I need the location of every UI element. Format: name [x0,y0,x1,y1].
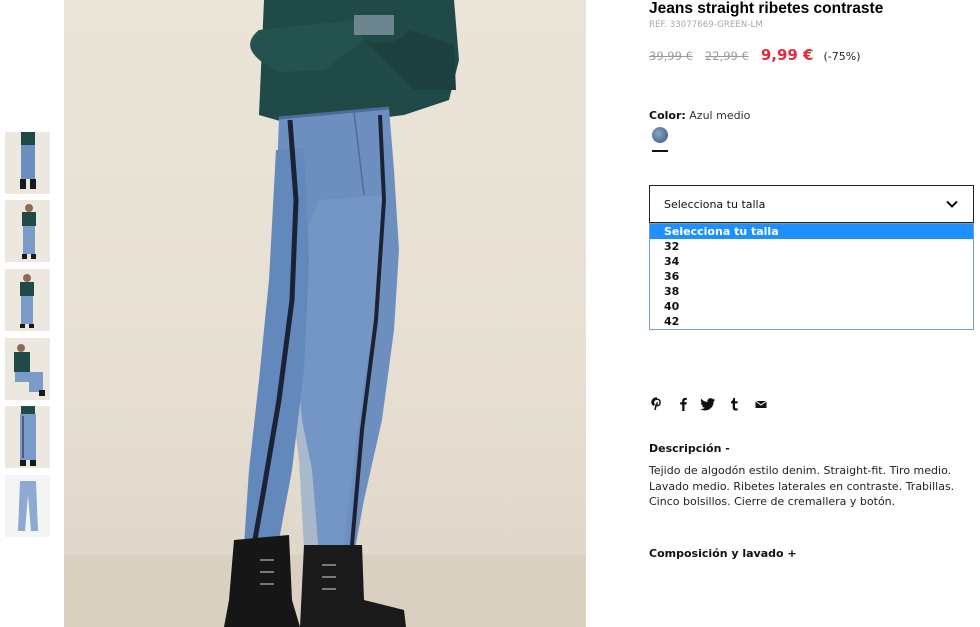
thumbnail-5[interactable] [5,406,50,468]
pinterest-icon[interactable] [649,396,665,412]
thumbnail-3[interactable] [5,269,50,331]
product-title: Jeans straight ribetes contraste [649,0,884,17]
email-icon[interactable] [753,396,769,412]
size-option-36[interactable]: 36 [650,269,973,284]
tumblr-icon[interactable] [726,396,742,412]
sale-price: 9,99 € [760,46,814,64]
thumbnail-6[interactable] [5,475,50,537]
color-value: Azul medio [689,109,751,122]
size-option-32[interactable]: 32 [650,239,973,254]
size-option-placeholder[interactable]: Selecciona tu talla [650,224,973,239]
price-row: 39,99 € 22,99 € 9,99 € (-75%) [649,46,861,64]
share-icons [649,396,779,412]
size-option-40[interactable]: 40 [650,299,973,314]
description-toggle[interactable]: Descripción - [649,442,730,455]
model-figure [224,0,459,627]
size-option-34[interactable]: 34 [650,254,973,269]
thumbnail-4[interactable] [5,338,50,400]
composition-toggle[interactable]: Composición y lavado + [649,547,797,560]
product-main-image[interactable] [64,0,586,627]
original-price: 39,99 € [649,49,693,63]
thumbnail-2[interactable] [5,200,50,262]
color-label: Color: [649,109,686,122]
size-select-value: Selecciona tu talla [664,198,766,211]
size-option-38[interactable]: 38 [650,284,973,299]
twitter-icon[interactable] [700,396,716,412]
chevron-down-icon [946,200,958,208]
product-reference: REF. 33077669-GREEN-LM [649,20,763,30]
size-option-42[interactable]: 42 [650,314,973,329]
color-label-row: Color: Azul medio [649,109,750,122]
color-swatch-azul-medio[interactable] [652,127,668,143]
description-text: Tejido de algodón estilo denim. Straight… [649,464,955,508]
size-dropdown-list: Selecciona tu talla 32 34 36 38 40 42 [649,223,974,330]
size-select[interactable]: Selecciona tu talla [649,185,974,223]
selected-swatch-indicator [652,150,668,152]
previous-price: 22,99 € [704,49,749,63]
discount-badge: (-75%) [823,50,861,63]
facebook-icon[interactable] [675,396,691,412]
thumbnail-1[interactable] [5,132,50,194]
